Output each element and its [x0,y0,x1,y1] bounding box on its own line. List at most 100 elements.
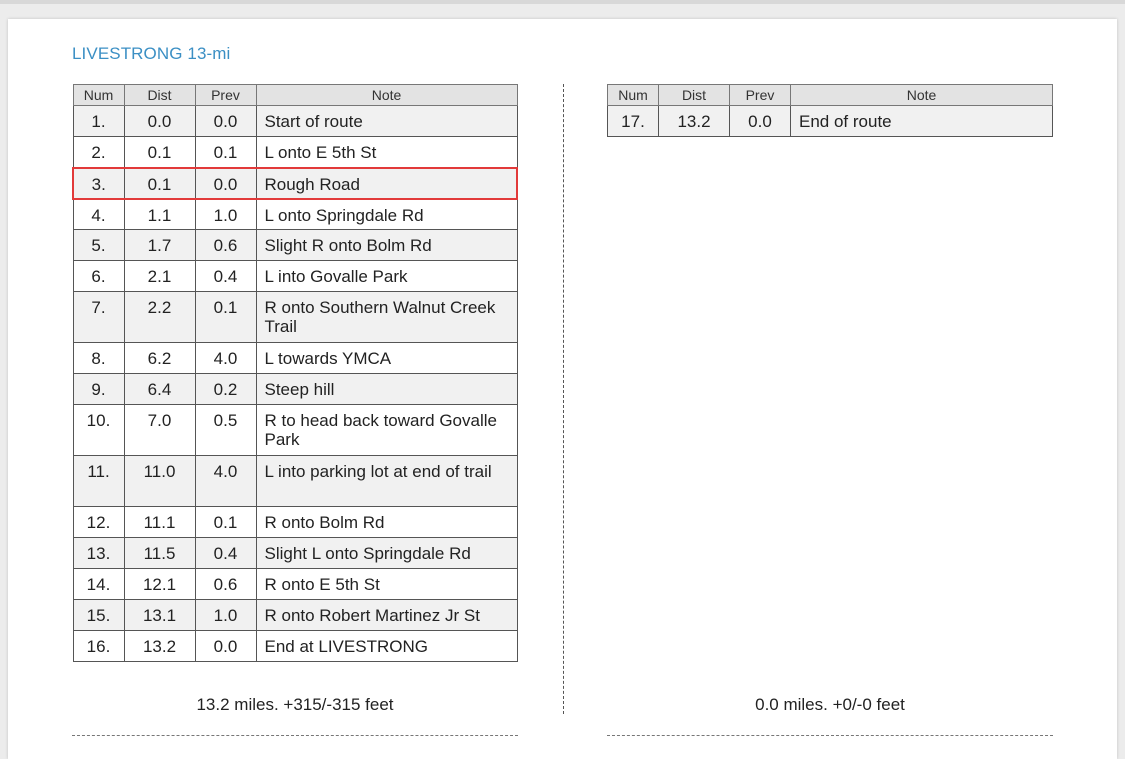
cell-prev: 1.0 [194,599,257,631]
table-row[interactable]: 13. 11.5 0.4 Slight L onto Springdale Rd [72,537,518,569]
cut-line-right [607,735,1053,736]
cell-note: End of route [790,105,1053,137]
cell-note: End at LIVESTRONG [255,630,518,662]
table-row[interactable]: 16. 13.2 0.0 End at LIVESTRONG [72,630,518,662]
table-row[interactable]: 17. 13.2 0.0 End of route [607,105,1053,137]
cell-prev: 0.1 [194,136,257,168]
cell-prev: 0.1 [194,506,257,538]
cell-note: Start of route [255,105,518,137]
cue-table-right: Num Dist Prev Note 17. 13.2 0.0 End of rout… [607,84,1053,137]
cue-table-right-body: 17. 13.2 0.0 End of route [607,105,1053,137]
table-row[interactable]: 6. 2.1 0.4 L into Govalle Park [72,260,518,292]
cell-prev: 0.0 [194,166,257,200]
cell-note: R onto E 5th St [255,568,518,600]
cell-prev: 0.2 [194,373,257,405]
table-row[interactable]: 8. 6.2 4.0 L towards YMCA [72,342,518,374]
cell-prev: 0.4 [194,260,257,292]
table-row[interactable]: 11. 11.0 4.0 L into parking lot at end of t… [72,455,518,507]
col-header-num: Num [607,84,659,106]
col-header-note: Note [255,84,518,106]
cell-prev: 0.0 [729,105,791,137]
table-row[interactable]: 2. 0.1 0.1 L onto E 5th St [72,136,518,168]
cell-dist: 6.4 [123,373,196,405]
table-row[interactable]: 15. 13.1 1.0 R onto Robert Martinez Jr St [72,599,518,631]
table-row[interactable]: 5. 1.7 0.6 Slight R onto Bolm Rd [72,229,518,261]
cell-prev: 1.0 [194,198,257,230]
cell-dist: 11.1 [123,506,196,538]
table-row[interactable]: 10. 7.0 0.5 R to head back toward Govalle P… [72,404,518,456]
cell-prev: 0.1 [194,291,257,343]
cell-prev: 0.0 [194,105,257,137]
col-header-num: Num [72,84,125,106]
table-row[interactable]: 9. 6.4 0.2 Steep hill [72,373,518,405]
cell-dist: 1.1 [123,198,196,230]
cell-prev: 0.0 [194,630,257,662]
col-header-note: Note [790,84,1053,106]
cell-num: 13. [72,537,125,569]
cell-note: Steep hill [255,373,518,405]
cell-note: L into Govalle Park [255,260,518,292]
cell-prev: 4.0 [194,342,257,374]
cell-dist: 11.0 [123,455,196,507]
cell-dist: 0.0 [123,105,196,137]
cell-note: Rough Road [255,166,518,200]
cell-num: 12. [72,506,125,538]
col-header-dist: Dist [658,84,730,106]
route-summary-right: 0.0 miles. +0/-0 feet [755,695,905,714]
table-header-row: Num Dist Prev Note [72,84,518,106]
table-row-selected[interactable]: 3. 0.1 0.0 Rough Road [72,166,518,200]
cell-num: 11. [72,455,125,507]
table-row[interactable]: 14. 12.1 0.6 R onto E 5th St [72,568,518,600]
col-header-prev: Prev [194,84,257,106]
cell-note: R onto Bolm Rd [255,506,518,538]
table-header-row: Num Dist Prev Note [607,84,1053,106]
table-row[interactable]: 7. 2.2 0.1 R onto Southern Walnut Creek Tra… [72,291,518,343]
cell-dist: 12.1 [123,568,196,600]
cell-num: 9. [72,373,125,405]
cell-note: R onto Southern Walnut Creek Trail [255,291,518,343]
cell-note: Slight L onto Springdale Rd [255,537,518,569]
cell-num: 6. [72,260,125,292]
cell-prev: 4.0 [194,455,257,507]
cell-num: 15. [72,599,125,631]
cell-dist: 0.1 [123,136,196,168]
cell-num: 8. [72,342,125,374]
column-divider [563,84,564,714]
table-row[interactable]: 12. 11.1 0.1 R onto Bolm Rd [72,506,518,538]
cell-num: 16. [72,630,125,662]
cell-num: 7. [72,291,125,343]
cell-dist: 2.1 [123,260,196,292]
cell-note: Slight R onto Bolm Rd [255,229,518,261]
cell-prev: 0.6 [194,568,257,600]
top-toolbar-strip [0,0,1125,4]
cell-prev: 0.5 [194,404,257,456]
cell-note: L towards YMCA [255,342,518,374]
table-row[interactable]: 4. 1.1 1.0 L onto Springdale Rd [72,198,518,230]
cell-dist: 13.1 [123,599,196,631]
cell-note: L onto E 5th St [255,136,518,168]
cell-dist: 1.7 [123,229,196,261]
cell-num: 10. [72,404,125,456]
cell-dist: 7.0 [123,404,196,456]
table-row[interactable]: 1. 0.0 0.0 Start of route [72,105,518,137]
col-header-dist: Dist [123,84,196,106]
route-summary-left: 13.2 miles. +315/-315 feet [196,695,394,714]
cue-table-left-body: 1. 0.0 0.0 Start of route 2. 0.1 0.1 L onto E 5… [72,105,518,662]
route-title: LIVESTRONG 13-mi [72,44,231,63]
cell-num: 5. [72,229,125,261]
cell-num: 4. [72,198,125,230]
cell-num: 3. [72,166,125,200]
cell-note: L into parking lot at end of trail [255,455,518,507]
cell-prev: 0.6 [194,229,257,261]
cell-num: 1. [72,105,125,137]
cut-line-left [72,735,518,736]
cell-note: L onto Springdale Rd [255,198,518,230]
cell-note: R to head back toward Govalle Park [255,404,518,456]
cell-dist: 13.2 [658,105,730,137]
cell-num: 17. [607,105,659,137]
cell-prev: 0.4 [194,537,257,569]
cell-dist: 13.2 [123,630,196,662]
cell-num: 2. [72,136,125,168]
cue-sheet-page: LIVESTRONG 13-mi Num Dist Prev Note 1. 0.… [8,19,1117,759]
cell-num: 14. [72,568,125,600]
